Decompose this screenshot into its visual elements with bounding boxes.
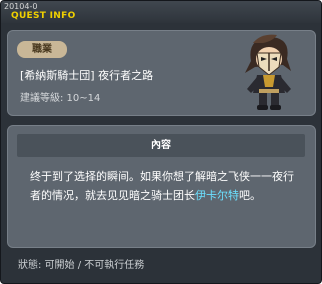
- npc-name-link[interactable]: 伊卡尔特: [195, 189, 239, 202]
- description-text-end: 吧。: [239, 189, 261, 202]
- quest-id-label: 20104-0: [4, 2, 38, 11]
- quest-info-window: 20104-0 QUEST INFO 職業 [希納斯騎士団] 夜行者之路 建議等…: [0, 0, 322, 284]
- recommended-level: 建議等級: 10~14: [20, 93, 101, 104]
- quest-status: 狀態: 可開始 / 不可執行任務: [18, 260, 145, 271]
- quest-name: [希納斯騎士団] 夜行者之路: [20, 69, 154, 82]
- job-tag: 職業: [17, 41, 67, 58]
- masked-knight-portrait-icon: [245, 34, 291, 110]
- quest-description: 终于到了选择的瞬间。如果你想了解暗之飞侠一一夜行者的情况，就去见见暗之骑士团长伊…: [30, 167, 300, 205]
- content-section-header: 內容: [17, 134, 305, 157]
- window-title: QUEST INFO: [11, 11, 76, 21]
